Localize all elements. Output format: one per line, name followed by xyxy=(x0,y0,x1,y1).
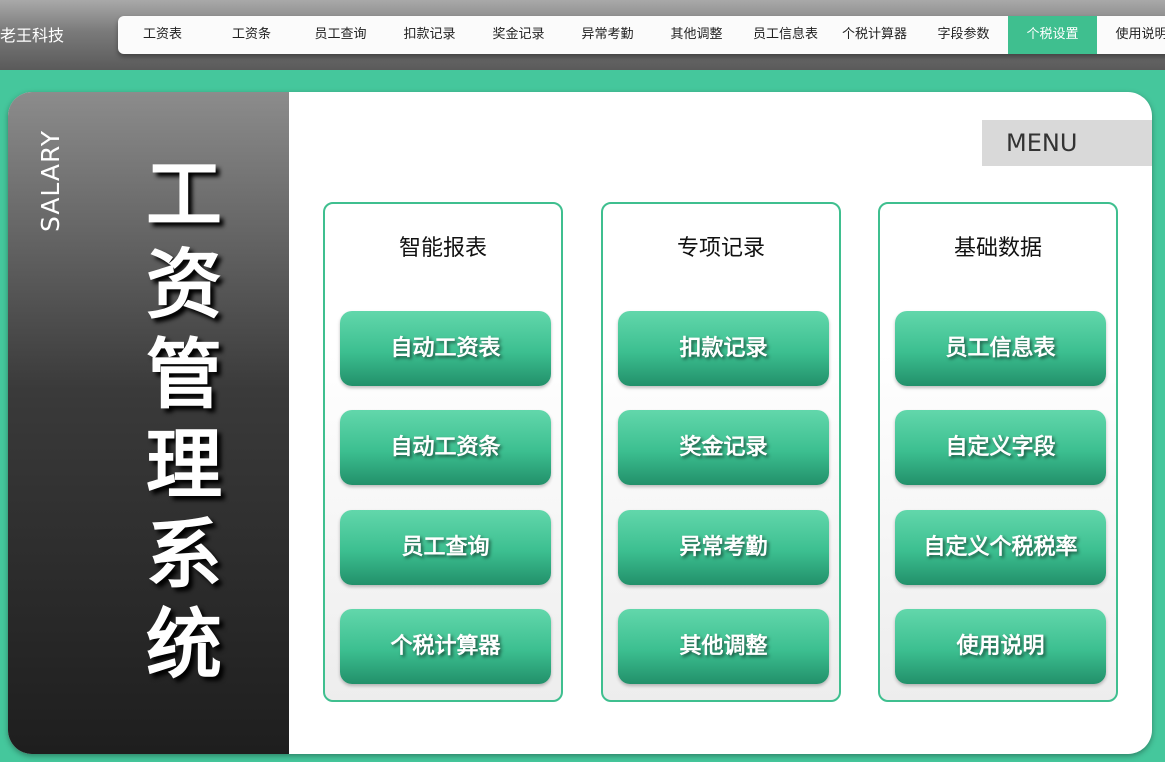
tab-abnormal-attendance[interactable]: 异常考勤 xyxy=(563,16,652,54)
tab-field-parameters[interactable]: 字段参数 xyxy=(919,16,1008,54)
column-title: 专项记录 xyxy=(676,236,765,261)
bonus-records-button[interactable]: 奖金记录 xyxy=(618,410,829,485)
brand-name: 老王科技 xyxy=(0,26,65,45)
employee-info-button[interactable]: 员工信息表 xyxy=(895,311,1106,386)
system-title-char: 统 xyxy=(146,600,222,689)
top-bar: 老王科技 工资表 工资条 员工查询 扣款记录 奖金记录 异常考勤 其他调整 员工… xyxy=(0,0,1165,70)
system-title: 工 资 管 理 系 统 xyxy=(144,150,224,690)
menu-label: MENU xyxy=(982,120,1152,166)
employee-query-button[interactable]: 员工查询 xyxy=(340,510,551,585)
system-title-char: 资 xyxy=(146,240,222,329)
system-title-char: 系 xyxy=(146,510,222,599)
abnormal-attendance-button[interactable]: 异常考勤 xyxy=(618,510,829,585)
system-title-char: 管 xyxy=(146,330,222,419)
tab-employee-info[interactable]: 员工信息表 xyxy=(741,16,830,54)
main-panel: SALARY 工 资 管 理 系 统 MENU 智能报表 自动工资表 自动工资条… xyxy=(8,92,1152,754)
tab-bonus-records[interactable]: 奖金记录 xyxy=(474,16,563,54)
tab-employee-query[interactable]: 员工查询 xyxy=(296,16,385,54)
auto-payslip-button[interactable]: 自动工资条 xyxy=(340,410,551,485)
tab-payslip[interactable]: 工资条 xyxy=(207,16,296,54)
tab-tax-calculator[interactable]: 个税计算器 xyxy=(830,16,919,54)
deduction-records-button[interactable]: 扣款记录 xyxy=(618,311,829,386)
tab-other-adjustments[interactable]: 其他调整 xyxy=(652,16,741,54)
sidebar-subtitle: SALARY xyxy=(36,129,65,232)
column-title: 基础数据 xyxy=(953,236,1042,261)
custom-fields-button[interactable]: 自定义字段 xyxy=(895,410,1106,485)
column-basic-data: 基础数据 员工信息表 自定义字段 自定义个税税率 使用说明 xyxy=(878,202,1118,702)
system-title-char: 理 xyxy=(146,420,222,509)
tab-salary-sheet[interactable]: 工资表 xyxy=(118,16,207,54)
system-title-char: 工 xyxy=(146,150,222,239)
custom-tax-rate-button[interactable]: 自定义个税税率 xyxy=(895,510,1106,585)
tax-calculator-button[interactable]: 个税计算器 xyxy=(340,609,551,684)
column-title: 智能报表 xyxy=(398,236,487,261)
column-special-records: 专项记录 扣款记录 奖金记录 异常考勤 其他调整 xyxy=(601,202,841,702)
sidebar: SALARY 工 资 管 理 系 统 xyxy=(8,92,289,754)
tab-deduction-records[interactable]: 扣款记录 xyxy=(385,16,474,54)
auto-salary-sheet-button[interactable]: 自动工资表 xyxy=(340,311,551,386)
other-adjustments-button[interactable]: 其他调整 xyxy=(618,609,829,684)
instructions-button[interactable]: 使用说明 xyxy=(895,609,1106,684)
nav-tabstrip: 工资表 工资条 员工查询 扣款记录 奖金记录 异常考勤 其他调整 员工信息表 个… xyxy=(118,16,1165,54)
tab-tax-settings[interactable]: 个税设置 xyxy=(1008,16,1097,54)
column-smart-reports: 智能报表 自动工资表 自动工资条 员工查询 个税计算器 xyxy=(323,202,563,702)
tab-instructions[interactable]: 使用说明 xyxy=(1097,16,1165,54)
